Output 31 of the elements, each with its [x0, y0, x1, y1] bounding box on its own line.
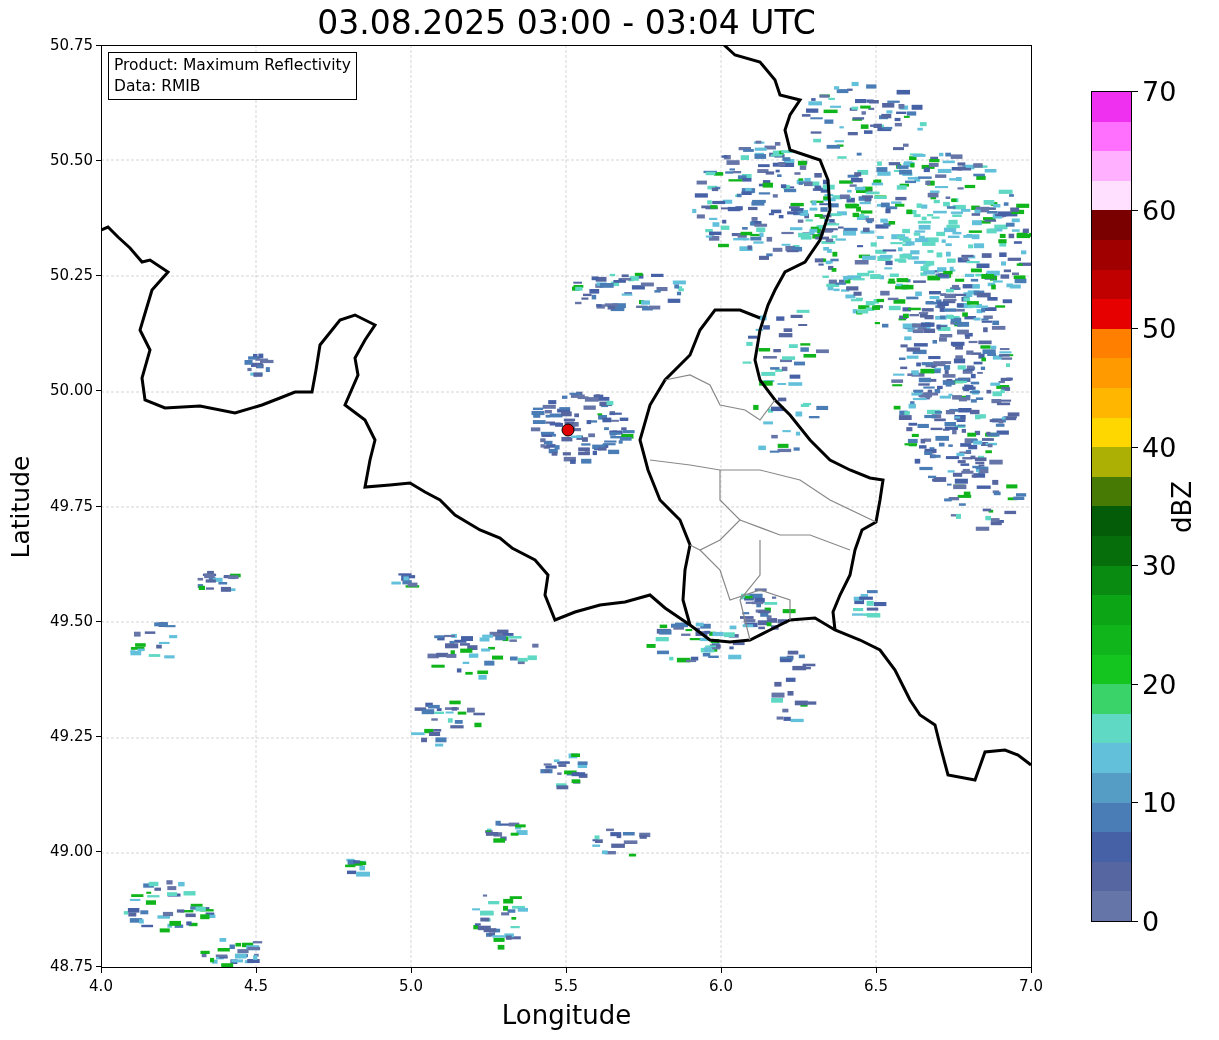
tick-label: 70 [1142, 75, 1177, 107]
tick-label: 50.25 [50, 266, 93, 285]
tick-label: 10 [1142, 786, 1177, 818]
tick-label: 20 [1142, 668, 1177, 700]
tick-label: 49.50 [50, 611, 93, 630]
tick-label: 60 [1142, 194, 1177, 226]
tick-label: 48.75 [50, 957, 93, 975]
y-axis-label: Latitude [5, 455, 35, 558]
info-text: Product: Maximum Reflectivity [114, 55, 351, 76]
tick-label: 50.50 [50, 151, 93, 170]
x-axis-label: Longitude [501, 1000, 632, 1030]
tick-label: 40 [1142, 431, 1177, 463]
tick-label: 50.75 [50, 36, 93, 54]
tick-label: 5.0 [399, 977, 423, 995]
tick-label: 50 [1142, 312, 1177, 344]
tick-label: 5.5 [554, 977, 578, 995]
tick-label: 7.0 [1019, 977, 1043, 995]
radar-site-marker [561, 423, 575, 437]
tick-label: 30 [1142, 549, 1177, 581]
tick-label: 49.75 [50, 496, 93, 515]
tick-label: 6.5 [864, 977, 888, 995]
tick-label: 0 [1142, 905, 1160, 937]
tick-label: 6.0 [709, 977, 733, 995]
tick-label: 4.0 [89, 977, 113, 995]
colorbar-label: dBZ [1167, 480, 1197, 533]
chart-title: 03.08.2025 03:00 - 03:04 UTC [317, 3, 816, 42]
info-text: Data: RMIB [114, 76, 202, 97]
tick-label: 50.00 [50, 381, 93, 400]
tick-label: 49.25 [50, 726, 93, 745]
tick-label: 4.5 [244, 977, 268, 995]
tick-label: 49.00 [50, 841, 93, 860]
